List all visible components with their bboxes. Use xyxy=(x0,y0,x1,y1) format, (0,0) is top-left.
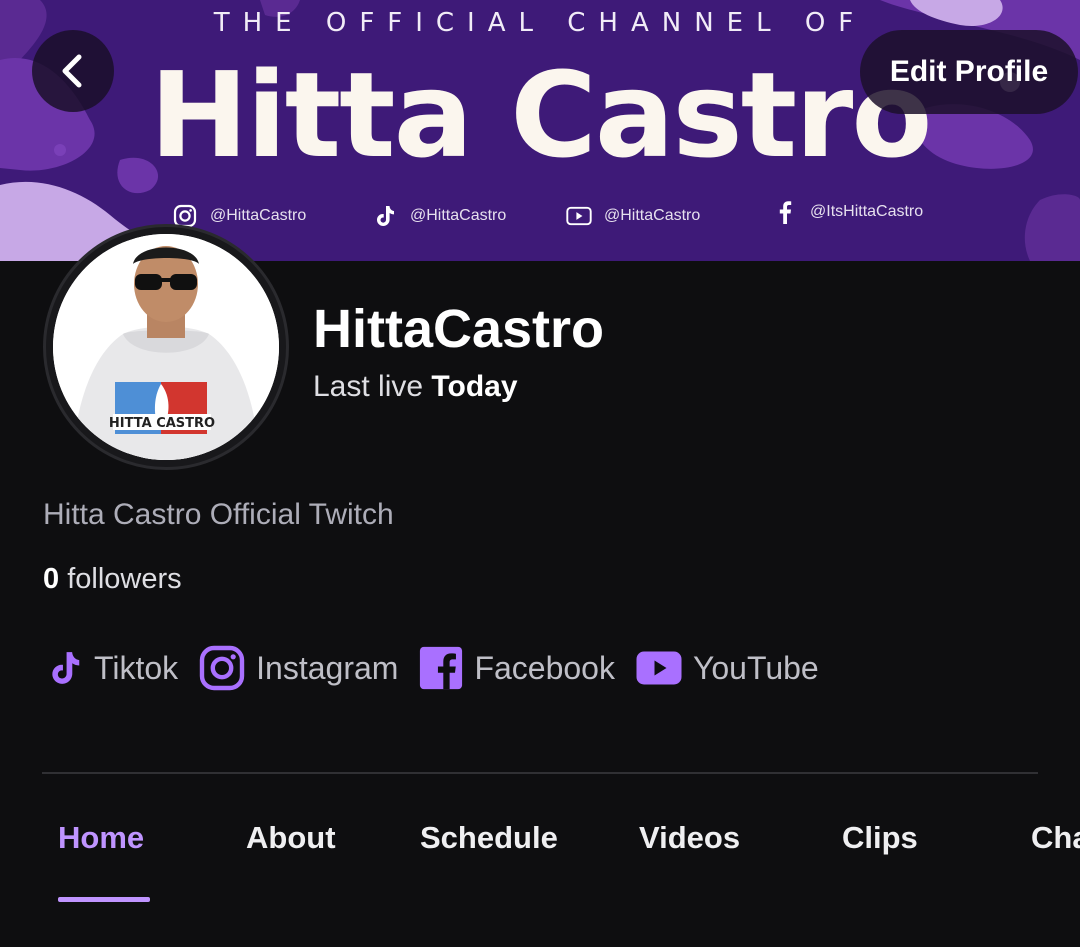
last-live-value: Today xyxy=(431,370,518,403)
avatar-photo: HITTA CASTRO xyxy=(53,234,279,460)
link-label: Instagram xyxy=(256,649,399,686)
banner-social-handle: @ItsHittaCastro xyxy=(810,203,924,220)
section-divider xyxy=(42,772,1038,774)
followers-label: followers xyxy=(67,563,182,595)
tab-about[interactable]: About xyxy=(246,820,336,856)
avatar-image: HITTA CASTRO xyxy=(53,234,279,460)
tab-schedule[interactable]: Schedule xyxy=(420,820,558,856)
banner-social-facebook: @ItsHittaCastro xyxy=(772,199,923,225)
tiktok-icon xyxy=(46,647,84,689)
link-instagram[interactable]: Instagram xyxy=(198,644,398,692)
active-tab-indicator xyxy=(58,897,150,902)
avatar[interactable]: HITTA CASTRO xyxy=(43,224,289,470)
channel-name: HittaCastro xyxy=(313,299,605,359)
facebook-icon xyxy=(418,645,464,691)
channel-tabs: Home About Schedule Videos Clips Cha xyxy=(0,820,1080,910)
youtube-icon xyxy=(566,203,592,229)
tab-home[interactable]: Home xyxy=(58,820,144,856)
youtube-icon xyxy=(635,650,683,686)
followers-count[interactable]: 0 followers xyxy=(43,563,182,596)
avatar-shirt-text: HITTA CASTRO xyxy=(109,416,215,431)
last-live-status: Last live Today xyxy=(313,370,518,404)
banner-social-tiktok: @HittaCastro xyxy=(372,203,506,229)
link-youtube[interactable]: YouTube xyxy=(635,650,819,687)
banner-social-handle: @HittaCastro xyxy=(410,207,507,224)
link-tiktok[interactable]: Tiktok xyxy=(46,647,178,689)
social-links: Tiktok Instagram Facebook YouTube xyxy=(46,640,839,696)
last-live-label: Last live xyxy=(313,370,424,403)
banner-social-handle: @HittaCastro xyxy=(604,207,701,224)
tab-clips[interactable]: Clips xyxy=(842,820,918,856)
link-label: YouTube xyxy=(692,649,819,686)
instagram-icon xyxy=(198,644,246,692)
tiktok-icon xyxy=(372,203,398,229)
banner-social-instagram: @HittaCastro xyxy=(172,203,306,229)
link-label: Facebook xyxy=(474,649,615,686)
back-button[interactable] xyxy=(32,30,114,112)
banner-social-handle: @HittaCastro xyxy=(210,207,307,224)
tab-videos[interactable]: Videos xyxy=(639,820,740,856)
edit-profile-button[interactable]: Edit Profile xyxy=(860,30,1078,114)
tab-chat[interactable]: Cha xyxy=(1031,820,1080,856)
channel-bio: Hitta Castro Official Twitch xyxy=(43,498,394,531)
banner-social-youtube: @HittaCastro xyxy=(566,203,700,229)
link-facebook[interactable]: Facebook xyxy=(418,645,615,691)
link-label: Tiktok xyxy=(94,649,179,686)
facebook-icon xyxy=(772,199,798,225)
chevron-left-icon xyxy=(62,54,82,88)
followers-number: 0 xyxy=(43,563,60,595)
